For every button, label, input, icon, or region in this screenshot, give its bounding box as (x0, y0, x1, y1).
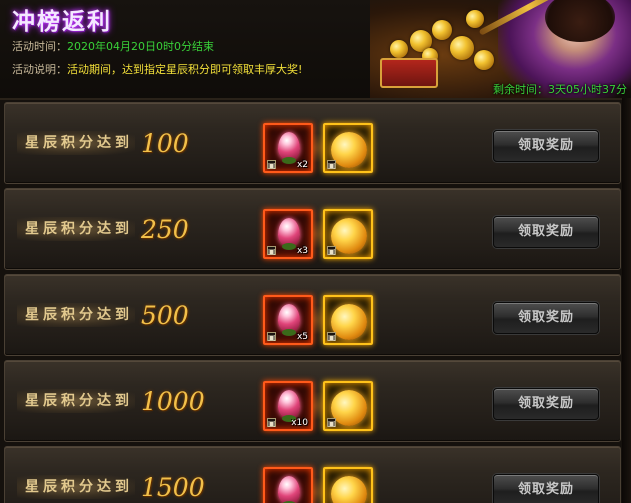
panel-edge (622, 98, 631, 503)
reward-slot-gem[interactable]: ▣ x5 (263, 295, 313, 345)
countdown-label: 剩余时间： (493, 83, 548, 96)
claim-reward-button[interactable]: 领取奖励 (493, 474, 599, 503)
item-quantity: x10 (291, 418, 308, 428)
claim-reward-button[interactable]: 领取奖励 (493, 388, 599, 420)
event-description-value: 活动期间，达到指定星辰积分即可领取丰厚大奖! (67, 63, 303, 76)
reward-slot-orb[interactable]: ▣ (323, 381, 373, 431)
requirement-value: 100 (141, 129, 189, 158)
golden-orb-icon (331, 390, 367, 426)
lock-icon: ▣ (327, 418, 336, 428)
reward-slot-orb[interactable]: ▣ (323, 295, 373, 345)
claim-reward-button[interactable]: 领取奖励 (493, 302, 599, 334)
golden-orb-icon (331, 132, 367, 168)
pink-crystal-gem-icon (278, 304, 300, 332)
event-time: 活动时间：2020年04月20日0时0分结束 (12, 38, 214, 54)
requirement-label: 星辰积分达到 (17, 475, 135, 499)
event-time-value: 2020年04月20日0时0分结束 (67, 40, 214, 53)
requirement-value: 250 (141, 215, 189, 244)
golden-orb-icon (331, 218, 367, 254)
event-description-label: 活动说明： (12, 63, 67, 76)
event-time-label: 活动时间： (12, 40, 67, 53)
reward-slot-gem[interactable]: ▣ x2 (263, 123, 313, 173)
lock-icon: ▣ (327, 246, 336, 256)
requirement-label: 星辰积分达到 (17, 303, 135, 327)
requirement-label: 星辰积分达到 (17, 131, 135, 155)
requirement-value: 1500 (141, 473, 205, 502)
requirement-label: 星辰积分达到 (17, 389, 135, 413)
requirement-label: 星辰积分达到 (17, 217, 135, 241)
reward-row: 星辰积分达到 1500 ▣ ▣ 领取奖励 (4, 446, 621, 503)
reward-slot-orb[interactable]: ▣ (323, 209, 373, 259)
reward-list[interactable]: 星辰积分达到 100 ▣ x2 ▣ 领取奖励 星辰积分达到 250 ▣ x3 ▣… (0, 98, 631, 503)
reward-row: 星辰积分达到 250 ▣ x3 ▣ 领取奖励 (4, 188, 621, 270)
item-quantity: x2 (296, 160, 308, 170)
reward-row: 星辰积分达到 100 ▣ x2 ▣ 领取奖励 (4, 102, 621, 184)
pink-crystal-gem-icon (278, 390, 300, 418)
reward-slot-orb[interactable]: ▣ (323, 467, 373, 503)
item-quantity: x3 (296, 246, 308, 256)
pink-crystal-gem-icon (278, 132, 300, 160)
reward-slot-gem[interactable]: ▣ x10 (263, 381, 313, 431)
lock-icon: ▣ (267, 160, 276, 170)
reward-slot-gem[interactable]: ▣ (263, 467, 313, 503)
lock-icon: ▣ (267, 246, 276, 256)
golden-orb-icon (331, 304, 367, 340)
reward-row: 星辰积分达到 1000 ▣ x10 ▣ 领取奖励 (4, 360, 621, 442)
pink-crystal-gem-icon (278, 476, 300, 503)
claim-reward-button[interactable]: 领取奖励 (493, 130, 599, 162)
countdown: 剩余时间：3天05小时37分 (493, 81, 627, 97)
event-description: 活动说明：活动期间，达到指定星辰积分即可领取丰厚大奖! (12, 61, 302, 77)
lock-icon: ▣ (267, 332, 276, 342)
event-title: 冲榜返利 (12, 9, 112, 35)
item-quantity: x5 (296, 332, 308, 342)
lock-icon: ▣ (267, 418, 276, 428)
requirement-value: 1000 (141, 387, 205, 416)
requirement-value: 500 (141, 301, 189, 330)
lock-icon: ▣ (327, 332, 336, 342)
countdown-value: 3天05小时37分 (548, 83, 627, 96)
reward-row: 星辰积分达到 500 ▣ x5 ▣ 领取奖励 (4, 274, 621, 356)
golden-orb-icon (331, 476, 367, 503)
reward-slot-gem[interactable]: ▣ x3 (263, 209, 313, 259)
claim-reward-button[interactable]: 领取奖励 (493, 216, 599, 248)
lock-icon: ▣ (327, 160, 336, 170)
reward-slot-orb[interactable]: ▣ (323, 123, 373, 173)
pink-crystal-gem-icon (278, 218, 300, 246)
event-header: 冲榜返利 活动时间：2020年04月20日0时0分结束 活动说明：活动期间，达到… (0, 0, 631, 98)
